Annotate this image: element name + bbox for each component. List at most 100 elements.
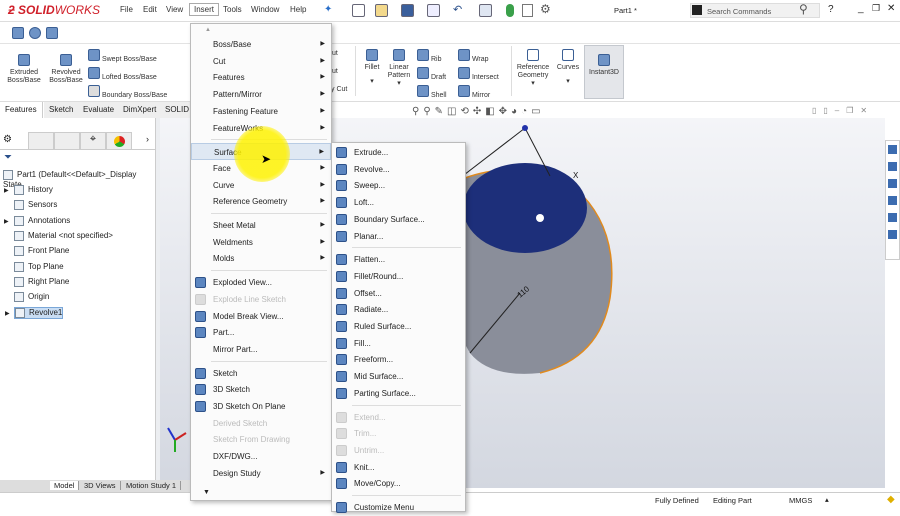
insert-menu-model-break-view[interactable]: Model Break View...: [191, 308, 331, 325]
cut-button-3[interactable]: y Cut: [331, 86, 347, 94]
tree-item-annotations[interactable]: ▶ Annotations: [4, 215, 70, 226]
insert-menu-sheet-metal[interactable]: Sheet Metal ▶: [191, 217, 331, 234]
tree-item-right[interactable]: Right Plane: [14, 276, 69, 287]
tab-sketch[interactable]: Sketch: [44, 102, 80, 118]
pin-icon[interactable]: ✦: [324, 4, 332, 15]
fillet-button[interactable]: Fillet ▾: [361, 49, 383, 86]
surface-boundary-surface[interactable]: Boundary Surface...: [332, 211, 465, 228]
extruded-boss-button[interactable]: Extruded Boss/Base: [6, 54, 42, 85]
insert-menu-part[interactable]: Part...: [191, 324, 331, 341]
menu-tools[interactable]: Tools: [223, 5, 242, 14]
display-manager-tab[interactable]: [106, 132, 132, 150]
save-icon[interactable]: [401, 4, 414, 17]
menu-edit[interactable]: Edit: [143, 5, 157, 14]
cut-button-1[interactable]: ut: [332, 50, 338, 58]
insert-menu-molds[interactable]: Molds ▶: [191, 250, 331, 267]
toolbar-icon-1[interactable]: [12, 27, 24, 39]
select-icon[interactable]: [479, 4, 492, 17]
restore-icon[interactable]: ❐: [872, 3, 880, 14]
new-document-icon[interactable]: [352, 4, 365, 17]
tree-item-origin[interactable]: Origin: [14, 292, 49, 303]
insert-menu-boss-base[interactable]: Boss/Base ▶: [191, 36, 331, 53]
instant3d-button[interactable]: Instant3D: [584, 45, 624, 99]
curves-button[interactable]: Curves ▾: [555, 49, 581, 86]
help-icon[interactable]: ?: [828, 4, 834, 15]
insert-menu-3d-sketch-on-plane[interactable]: 3D Sketch On Plane: [191, 398, 331, 415]
units-dropdown-icon[interactable]: ▴: [825, 495, 829, 504]
search-icon[interactable]: ⚲: [799, 2, 808, 16]
tag-icon[interactable]: ◆: [887, 494, 895, 505]
draft-button[interactable]: Draft: [417, 67, 446, 82]
open-icon[interactable]: [375, 4, 388, 17]
surface-extrude[interactable]: Extrude...: [332, 144, 465, 161]
property-manager-tab[interactable]: [28, 132, 54, 150]
menu-insert[interactable]: Insert: [189, 3, 220, 16]
surface-sweep[interactable]: Sweep...: [332, 177, 465, 194]
swept-boss-button[interactable]: Swept Boss/Base: [88, 49, 157, 64]
insert-menu-fastening-feature[interactable]: Fastening Feature ▶: [191, 103, 331, 120]
boundary-boss-button[interactable]: Boundary Boss/Base: [88, 85, 167, 100]
tree-item-material[interactable]: Material <not specified>: [14, 230, 113, 241]
tab-features[interactable]: Features: [0, 102, 43, 118]
dimxpert-manager-tab[interactable]: ⌖: [80, 132, 106, 150]
options-gear-icon[interactable]: ⚙: [540, 2, 551, 16]
surface-freeform[interactable]: Freeform...: [332, 351, 465, 368]
menu-file[interactable]: File: [120, 5, 133, 14]
surface-move-copy[interactable]: Move/Copy...: [332, 475, 465, 492]
tree-item-sensors[interactable]: Sensors: [14, 200, 57, 211]
insert-menu-sketch[interactable]: Sketch: [191, 365, 331, 382]
expand-arrow-icon[interactable]: ▶: [4, 218, 9, 225]
undo-icon[interactable]: ↶: [453, 3, 462, 16]
linear-pattern-button[interactable]: Linear Pattern ▾: [385, 49, 413, 88]
rebuild-icon[interactable]: [506, 4, 514, 17]
menu-view[interactable]: View: [166, 5, 183, 14]
menu-window[interactable]: Window: [251, 5, 279, 14]
task-pane-icons[interactable]: [888, 145, 897, 245]
mirror-button[interactable]: Mirror: [458, 85, 490, 100]
surface-parting-surface[interactable]: Parting Surface...: [332, 385, 465, 402]
tree-item-front[interactable]: Front Plane: [14, 246, 69, 257]
surface-radiate[interactable]: Radiate...: [332, 301, 465, 318]
surface-customize-menu[interactable]: Customize Menu: [332, 499, 465, 516]
units-selector[interactable]: MMGS: [789, 496, 812, 505]
cut-button-2[interactable]: ut: [332, 68, 338, 76]
surface-revolve[interactable]: Revolve...: [332, 161, 465, 178]
insert-menu-dxf-dwg[interactable]: DXF/DWG...: [191, 448, 331, 465]
reference-geometry-button[interactable]: Reference Geometry ▾: [514, 49, 552, 88]
toolbar-icon-3[interactable]: [46, 27, 58, 39]
shell-button[interactable]: Shell: [417, 85, 447, 100]
file-properties-icon[interactable]: [522, 4, 533, 17]
insert-menu-weldments[interactable]: Weldments ▶: [191, 234, 331, 251]
panel-scroll-right[interactable]: ›: [146, 134, 149, 144]
minimize-icon[interactable]: _: [858, 3, 864, 14]
insert-menu-exploded-view[interactable]: Exploded View...: [191, 274, 331, 291]
tab-dimxpert[interactable]: DimXpert: [118, 102, 163, 118]
configuration-manager-tab[interactable]: [54, 132, 80, 150]
toolbar-icon-2[interactable]: [29, 27, 41, 39]
tree-item-revolve1[interactable]: ▶ Revolve1: [5, 307, 64, 320]
surface-offset[interactable]: Offset...: [332, 285, 465, 302]
rib-button[interactable]: Rib: [417, 49, 441, 64]
task-pane-tabs[interactable]: [885, 140, 900, 260]
insert-menu-3d-sketch[interactable]: 3D Sketch: [191, 381, 331, 398]
menu-scroll-down[interactable]: ▼: [203, 489, 210, 496]
insert-menu-mirror-part[interactable]: Mirror Part...: [191, 341, 331, 358]
wrap-button[interactable]: Wrap: [458, 49, 489, 64]
feature-manager-tab[interactable]: ⚙: [3, 134, 23, 148]
surface-planar[interactable]: Planar...: [332, 228, 465, 245]
surface-fillet-round[interactable]: Fillet/Round...: [332, 268, 465, 285]
tree-item-top[interactable]: Top Plane: [14, 261, 64, 272]
surface-flatten[interactable]: Flatten...: [332, 251, 465, 268]
insert-menu-pattern-mirror[interactable]: Pattern/Mirror ▶: [191, 86, 331, 103]
insert-menu-cut[interactable]: Cut ▶: [191, 53, 331, 70]
expand-arrow-icon[interactable]: ▶: [4, 187, 9, 194]
surface-mid-surface[interactable]: Mid Surface...: [332, 368, 465, 385]
surface-ruled-surface[interactable]: Ruled Surface...: [332, 318, 465, 335]
heads-up-view-toolbar[interactable]: ⚲⚲✎◫⟲✣◧✥◕◔▭: [412, 106, 545, 117]
insert-menu-reference-geometry[interactable]: Reference Geometry ▶: [191, 193, 331, 210]
close-icon[interactable]: ✕: [887, 3, 895, 14]
menu-help[interactable]: Help: [290, 5, 306, 14]
expand-arrow-icon[interactable]: ▶: [5, 310, 10, 317]
revolved-boss-button[interactable]: Revolved Boss/Base: [47, 54, 85, 85]
tree-item-history[interactable]: ▶ History: [4, 185, 53, 195]
